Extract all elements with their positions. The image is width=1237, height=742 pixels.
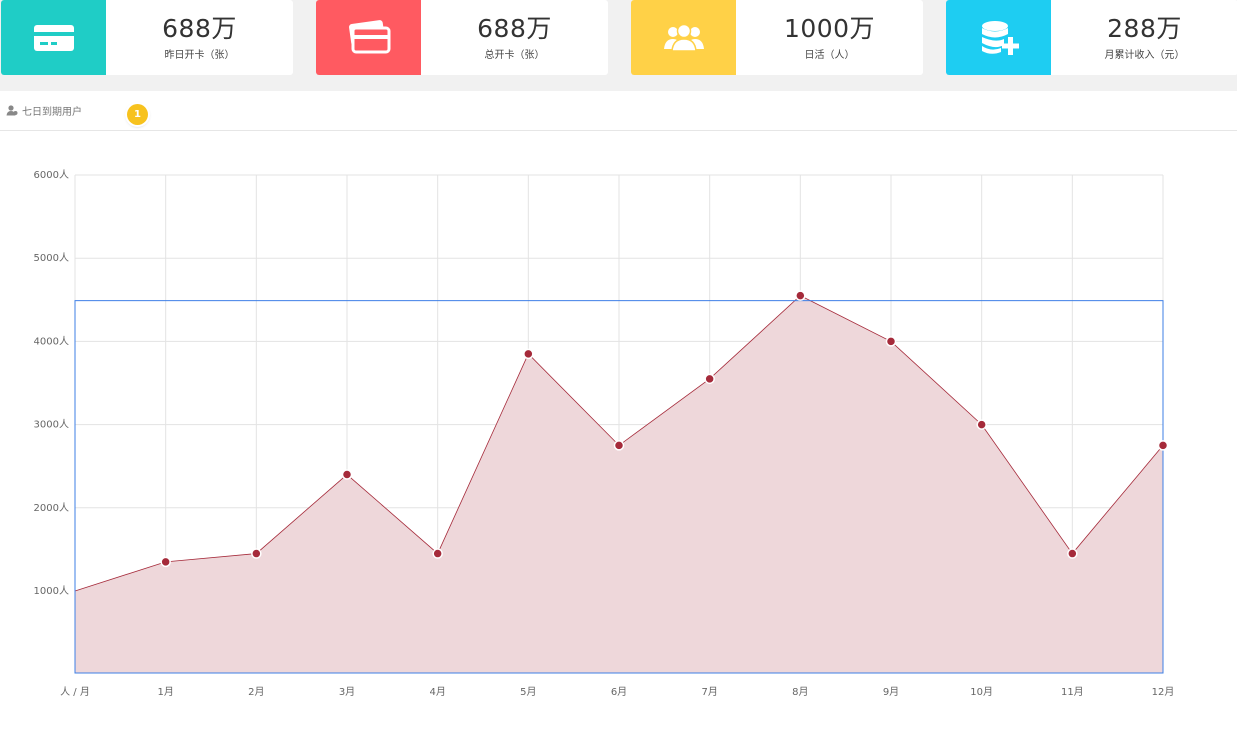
card-icon <box>1 0 106 75</box>
stat-value: 688万 <box>477 14 552 43</box>
data-point <box>1067 548 1078 559</box>
x-tick-label: 4月 <box>429 686 445 698</box>
stat-card-monthly-income: 288万 月累计收入（元） <box>946 0 1237 75</box>
cards-icon <box>316 0 421 75</box>
x-tick-label: 3月 <box>339 686 355 698</box>
stat-label: 总开卡（张） <box>484 50 545 61</box>
x-tick-label: 11月 <box>1061 686 1084 698</box>
data-point <box>160 556 171 568</box>
x-tick-label: 7月 <box>701 686 717 698</box>
stat-label: 月累计收入（元） <box>1104 50 1185 61</box>
stat-value: 288万 <box>1107 14 1182 43</box>
y-tick-label: 4000人 <box>34 335 69 347</box>
data-point <box>795 290 806 301</box>
users-icon <box>631 0 736 75</box>
x-tick-label: 12月 <box>1152 686 1175 698</box>
stat-value: 688万 <box>162 14 237 43</box>
x-tick-label: 2月 <box>248 686 264 698</box>
data-point <box>251 548 262 559</box>
stat-card-yesterday-cards: 688万 昨日开卡（张） <box>1 0 293 75</box>
x-tick-label: 6月 <box>611 686 627 698</box>
x-tick-label: 9月 <box>883 686 899 698</box>
data-point <box>341 469 353 480</box>
data-point <box>613 440 625 451</box>
x-tick-label: 8月 <box>792 686 808 698</box>
data-point <box>976 419 987 430</box>
stats-row: 688万 昨日开卡（张） 688万 总开卡（张） 1000万 日活（人） 288… <box>0 0 1237 75</box>
area-chart: 1000人 2000人 3000人 4000人 5000人 6000人人 / 月 1月 2月 3… <box>34 169 1175 698</box>
data-point <box>523 348 534 360</box>
x-tick-label: 1月 <box>157 686 173 698</box>
y-tick-label: 1000人 <box>34 585 69 597</box>
y-tick-label: 2000人 <box>34 502 69 514</box>
data-point <box>704 373 715 385</box>
data-point <box>1157 440 1169 451</box>
coins-add-icon <box>946 0 1051 75</box>
stat-card-total-cards: 688万 总开卡（张） <box>316 0 608 75</box>
x-tick-label: 人 / 月 <box>60 686 90 698</box>
x-tick-label: 5月 <box>520 686 536 698</box>
stat-value: 1000万 <box>783 14 876 43</box>
stat-label: 昨日开卡（张） <box>164 50 235 61</box>
y-tick-label: 3000人 <box>34 419 69 431</box>
y-tick-label: 5000人 <box>34 252 69 264</box>
stat-label: 日活（人） <box>804 50 855 61</box>
y-tick-label: 6000人 <box>34 169 69 181</box>
data-point <box>432 548 443 559</box>
data-point <box>885 336 897 347</box>
stat-card-daily-active: 1000万 日活（人） <box>631 0 923 75</box>
x-tick-label: 10月 <box>970 686 993 698</box>
